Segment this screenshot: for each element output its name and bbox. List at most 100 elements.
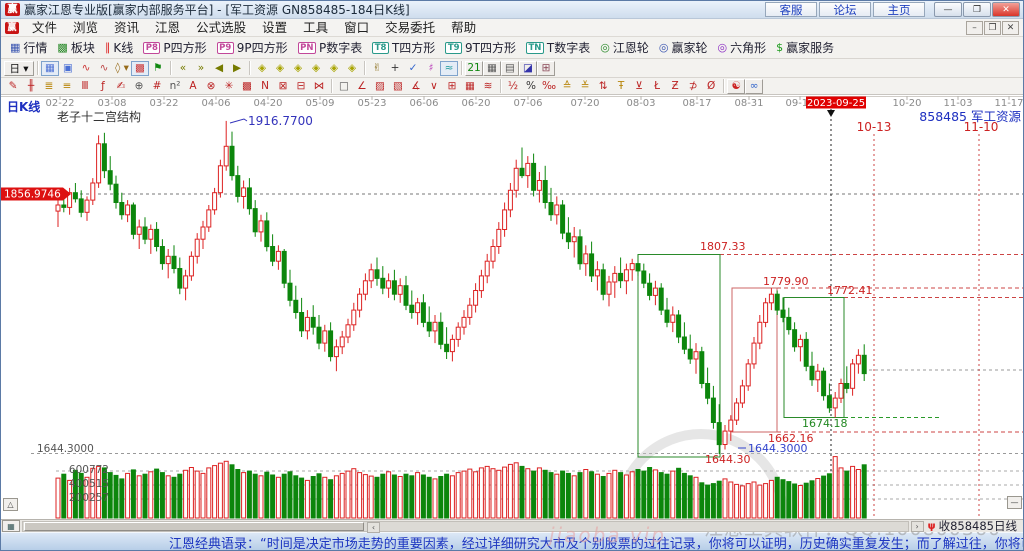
gann-tool-icon[interactable]: n² — [166, 79, 184, 94]
menu-item[interactable]: 文件 — [24, 19, 65, 37]
toolbar-button-P数字表[interactable]: PN P数字表 — [293, 38, 368, 58]
toolbar-button-行情[interactable]: ▦ 行情 — [5, 38, 52, 58]
chart-tool-icon[interactable]: ▣ — [59, 61, 77, 76]
toolbar-button-T四方形[interactable]: T8 T四方形 — [367, 38, 440, 58]
mdi-minimize-button[interactable]: – — [966, 20, 983, 35]
chart-area[interactable]: 02-22 03-08 03-22 04-06 04-20 05-09 05-23 06-06… — [1, 95, 1024, 540]
chart-tool-icon[interactable]: ▤ — [501, 60, 519, 76]
gann-tool-icon[interactable]: ½ — [504, 79, 522, 94]
gann-tool-icon[interactable]: ✎ — [4, 79, 22, 94]
gann-tool-icon[interactable]: ≡ — [58, 79, 76, 94]
chart-tool-icon[interactable]: ◈ — [289, 61, 307, 76]
gann-tool-icon[interactable]: Ŧ — [612, 79, 630, 94]
gann-tool-icon[interactable]: ⊞ — [443, 79, 461, 94]
chart-tool-icon[interactable]: ∿ — [77, 61, 95, 76]
chart-tool-icon[interactable]: ◊ ▾ — [113, 61, 131, 76]
gann-tool-icon[interactable]: ⊅ — [684, 79, 702, 94]
gann-tool-icon[interactable]: ∡ — [407, 79, 425, 94]
chart-tool-icon[interactable]: ▩ — [131, 60, 149, 76]
chart-tool-icon[interactable]: ◈ — [325, 61, 343, 76]
chart-tool-icon[interactable]: ▶ — [228, 61, 246, 76]
chart-tool-icon[interactable]: » — [192, 61, 210, 76]
chart-tool-icon[interactable]: ◀ — [210, 61, 228, 76]
chart-tool-icon[interactable]: ♯ — [422, 61, 440, 76]
grid-view-button[interactable]: ▦ — [2, 520, 20, 532]
gann-tool-icon[interactable]: ▨ — [371, 79, 389, 94]
menu-item[interactable]: 江恩 — [147, 19, 188, 37]
toolbar-button-K线[interactable]: ∥ K线 — [100, 38, 138, 58]
gann-tool-icon[interactable]: # — [148, 79, 166, 94]
menu-item[interactable]: 交易委托 — [377, 19, 443, 37]
toolbar-button-9P四方形[interactable]: P9 9P四方形 — [212, 38, 293, 58]
hscrollbar-track[interactable]: ‹ — [22, 520, 909, 533]
menu-item[interactable]: 公式选股 — [188, 19, 254, 37]
titlebar-button-主页[interactable]: 主页 — [873, 2, 925, 17]
restore-button[interactable]: ❐ — [963, 2, 991, 17]
titlebar-button-客服[interactable]: 客服 — [765, 2, 817, 17]
hscrollbar-thumb[interactable] — [24, 521, 364, 531]
toolbar-button-赢家轮[interactable]: ◎ 赢家轮 — [654, 38, 713, 58]
chart-tool-icon[interactable]: ✓ — [404, 61, 422, 76]
menu-item[interactable]: 窗口 — [336, 19, 377, 37]
date-cursor-marker[interactable] — [827, 110, 835, 117]
chart-tool-icon[interactable]: ⚑ — [149, 61, 167, 76]
toolbar-button-9T四方形[interactable]: T9 9T四方形 — [440, 38, 521, 58]
chart-tool-icon[interactable]: ⊞ — [537, 60, 555, 76]
toolbar-button-六角形[interactable]: ◎ 六角形 — [713, 38, 772, 58]
toolbar-button-P四方形[interactable]: P8 P四方形 — [138, 38, 211, 58]
gann-tool-icon[interactable]: Ⅲ — [76, 79, 94, 94]
gann-tool-icon[interactable]: ▦ — [461, 79, 479, 94]
gann-tool-icon[interactable]: ∠ — [353, 79, 371, 94]
chart-tool-icon[interactable]: ∿ — [95, 61, 113, 76]
scroll-left-button[interactable]: ‹ — [367, 521, 380, 533]
gann-tool-icon[interactable]: Ƶ — [666, 79, 684, 94]
gann-tool-icon[interactable]: ⊠ — [274, 79, 292, 94]
chart-tool-icon[interactable]: ✌ — [368, 61, 386, 76]
minimize-button[interactable]: — — [934, 2, 962, 17]
gann-tool-icon[interactable]: □ — [335, 79, 353, 94]
menu-item[interactable]: 设置 — [254, 19, 295, 37]
gann-tool-icon[interactable]: ╫ — [22, 79, 40, 94]
close-button[interactable]: ✕ — [992, 2, 1020, 17]
menu-item[interactable]: 帮助 — [443, 19, 484, 37]
chart-tool-icon[interactable]: ◈ — [271, 61, 289, 76]
chart-tool-icon[interactable]: « — [174, 61, 192, 76]
gann-tool-icon[interactable]: ∨ — [425, 79, 443, 94]
gann-tool-icon[interactable]: ‰ — [540, 79, 558, 94]
chart-tool-icon[interactable]: 日 ▾ — [4, 60, 34, 76]
gann-tool-icon[interactable]: ⊕ — [130, 79, 148, 94]
chart-tool-icon[interactable]: ▦ — [41, 60, 59, 76]
gann-tool-icon[interactable]: ⋈ — [310, 79, 328, 94]
mdi-close-button[interactable]: ✕ — [1002, 20, 1019, 35]
chart-tool-icon[interactable]: ◈ — [253, 61, 271, 76]
gann-tool-icon[interactable]: ✍ — [112, 79, 130, 94]
gann-tool-icon[interactable]: ƒ — [94, 79, 112, 94]
gann-tool-icon[interactable]: ⇅ — [594, 79, 612, 94]
period-label[interactable]: 日K线 — [7, 98, 40, 115]
gann-tool-icon[interactable]: ☯ — [727, 78, 746, 94]
chart-tool-icon[interactable]: ▦ — [483, 60, 501, 76]
menu-item[interactable]: 资讯 — [106, 19, 147, 37]
gann-tool-icon[interactable]: Ł — [648, 79, 666, 94]
pane-minimize-button[interactable]: — — [1007, 496, 1022, 509]
menu-item[interactable]: 浏览 — [65, 19, 106, 37]
kline-chart[interactable]: 02-22 03-08 03-22 04-06 04-20 05-09 05-23 06-06… — [1, 95, 1024, 519]
chart-tool-icon[interactable]: 21 — [465, 60, 483, 76]
gann-tool-icon[interactable]: ▧ — [389, 79, 407, 94]
titlebar-button-论坛[interactable]: 论坛 — [819, 2, 871, 17]
mdi-restore-button[interactable]: ❐ — [984, 20, 1001, 35]
chart-tool-icon[interactable]: + — [386, 61, 404, 76]
gann-tool-icon[interactable]: Ν — [256, 79, 274, 94]
gann-tool-icon[interactable]: ▩ — [238, 79, 256, 94]
scroll-right-button[interactable]: › — [910, 520, 924, 532]
toolbar-button-板块[interactable]: ▩ 板块 — [52, 38, 99, 58]
toolbar-button-赢家服务[interactable]: $ 赢家服务 — [771, 38, 839, 58]
chart-tool-icon[interactable]: ◪ — [519, 60, 537, 76]
chart-tool-icon[interactable]: ◈ — [307, 61, 325, 76]
gann-tool-icon[interactable]: ∞ — [745, 78, 764, 94]
gann-tool-icon[interactable]: ⊻ — [630, 79, 648, 94]
gann-tool-icon[interactable]: Ø — [702, 79, 720, 94]
gann-tool-icon[interactable]: % — [522, 79, 540, 94]
gann-tool-icon[interactable]: A — [184, 79, 202, 94]
gann-tool-icon[interactable]: ✳ — [220, 79, 238, 94]
